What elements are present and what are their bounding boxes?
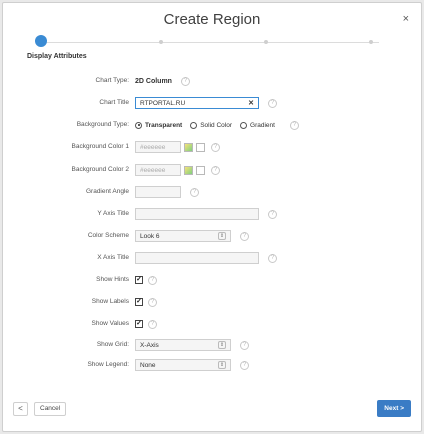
background-color-2-input[interactable]: #eeeeee <box>135 164 181 176</box>
show-labels-row: Show Labels ✓ ? <box>3 294 423 310</box>
background-color-2-row: Background Color 2 #eeeeee ? <box>3 162 423 178</box>
help-icon[interactable]: ? <box>289 120 299 130</box>
show-legend-row: Show Legend: None ⇕ ? <box>3 357 423 373</box>
radio-gradient[interactable]: Gradient <box>240 121 275 129</box>
color-picker-icon[interactable] <box>184 165 193 175</box>
clear-icon[interactable]: ✕ <box>248 99 254 107</box>
help-icon[interactable]: ? <box>211 165 220 175</box>
wizard-step-3 <box>264 40 268 44</box>
radio-gradient-label: Gradient <box>250 121 275 129</box>
wizard-track <box>45 42 379 43</box>
dialog-title: Create Region <box>163 11 261 28</box>
y-axis-title-row: Y Axis Title ? <box>3 206 423 222</box>
show-values-row: Show Values ✓ ? <box>3 316 423 332</box>
help-icon[interactable]: ? <box>148 275 157 285</box>
show-legend-select[interactable]: None ⇕ <box>135 359 231 371</box>
color-scheme-select[interactable]: Look 6 ⇕ <box>135 230 231 242</box>
y-axis-title-label: Y Axis Title <box>97 210 129 217</box>
help-icon[interactable]: ? <box>190 187 199 197</box>
radio-solid-color[interactable]: Solid Color <box>190 121 233 129</box>
show-grid-label: Show Grid: <box>96 341 129 348</box>
help-icon[interactable]: ? <box>268 253 277 263</box>
wizard-step-1-active <box>35 35 47 47</box>
help-icon[interactable]: ? <box>148 319 157 329</box>
color-picker-icon[interactable] <box>184 142 193 152</box>
show-hints-label: Show Hints <box>96 276 129 283</box>
chart-type-value: 2D Column <box>135 77 172 85</box>
background-color-1-input[interactable]: #eeeeee <box>135 141 181 153</box>
show-values-label: Show Values <box>91 320 129 327</box>
show-legend-label: Show Legend: <box>87 361 129 368</box>
help-icon[interactable]: ? <box>240 360 249 370</box>
help-icon[interactable]: ? <box>211 142 220 152</box>
show-hints-row: Show Hints ✓ ? <box>3 272 423 288</box>
show-legend-value: None <box>140 361 156 369</box>
radio-transparent-label: Transparent <box>145 121 183 129</box>
show-grid-row: Show Grid: X-Axis ⇕ ? <box>3 337 423 353</box>
x-axis-title-input[interactable] <box>135 252 259 264</box>
help-icon[interactable]: ? <box>180 76 190 86</box>
color-scheme-row: Color Scheme Look 6 ⇕ ? <box>3 228 423 244</box>
select-arrows-icon: ⇕ <box>218 341 226 349</box>
show-labels-checkbox[interactable]: ✓ <box>135 298 143 306</box>
chart-type-label: Chart Type: <box>95 77 129 84</box>
chart-title-input[interactable]: RTPORTAL.RU ✕ <box>135 97 259 109</box>
x-axis-title-label: X Axis Title <box>97 254 129 261</box>
background-color-1-label: Background Color 1 <box>71 143 129 150</box>
select-arrows-icon: ⇕ <box>218 361 226 369</box>
color-scheme-value: Look 6 <box>140 232 160 240</box>
background-color-2-label: Background Color 2 <box>71 166 129 173</box>
color-preview-swatch <box>196 142 205 152</box>
wizard-step-2 <box>159 40 163 44</box>
help-icon[interactable]: ? <box>240 231 249 241</box>
show-hints-checkbox[interactable]: ✓ <box>135 276 143 284</box>
color-preview-swatch <box>196 165 205 175</box>
background-color-1-row: Background Color 1 #eeeeee ? <box>3 139 423 155</box>
current-step-label: Display Attributes <box>27 53 87 60</box>
show-grid-value: X-Axis <box>140 341 159 349</box>
background-type-row: Background Type: Transparent Solid Color… <box>3 117 423 133</box>
chart-title-value: RTPORTAL.RU <box>140 99 186 107</box>
show-grid-select[interactable]: X-Axis ⇕ <box>135 339 231 351</box>
chart-title-row: Chart Title RTPORTAL.RU ✕ ? <box>3 95 423 111</box>
help-icon[interactable]: ? <box>240 340 249 350</box>
show-labels-label: Show Labels <box>91 298 129 305</box>
next-button[interactable]: Next > <box>377 400 411 417</box>
color-scheme-label: Color Scheme <box>87 232 129 239</box>
chart-title-label: Chart Title <box>99 99 129 106</box>
cancel-button[interactable]: Cancel <box>34 402 67 416</box>
chart-type-row: Chart Type: 2D Column ? <box>3 73 423 89</box>
help-icon[interactable]: ? <box>268 209 277 219</box>
radio-solid-color-label: Solid Color <box>200 121 233 129</box>
x-axis-title-row: X Axis Title ? <box>3 250 423 266</box>
gradient-angle-label: Gradient Angle <box>85 188 129 195</box>
background-type-label: Background Type: <box>76 121 129 128</box>
background-color-1-placeholder: #eeeeee <box>140 143 166 151</box>
wizard-progress <box>35 35 379 47</box>
gradient-angle-input[interactable] <box>135 186 181 198</box>
radio-icon <box>190 121 198 129</box>
radio-selected-icon <box>135 121 142 129</box>
wizard-step-4 <box>369 40 373 44</box>
close-icon[interactable]: × <box>403 13 409 25</box>
help-icon[interactable]: ? <box>268 98 277 108</box>
gradient-angle-row: Gradient Angle ? <box>3 184 423 200</box>
select-arrows-icon: ⇕ <box>218 232 226 240</box>
dialog-footer: < Cancel Next > <box>3 395 421 431</box>
help-icon[interactable]: ? <box>148 297 157 307</box>
back-button[interactable]: < <box>13 402 28 416</box>
background-color-2-placeholder: #eeeeee <box>140 166 166 174</box>
show-values-checkbox[interactable]: ✓ <box>135 320 143 328</box>
y-axis-title-input[interactable] <box>135 208 259 220</box>
radio-transparent[interactable]: Transparent <box>135 121 183 129</box>
radio-icon <box>240 121 248 129</box>
create-region-dialog: Create Region × Display Attributes Chart… <box>2 2 422 432</box>
